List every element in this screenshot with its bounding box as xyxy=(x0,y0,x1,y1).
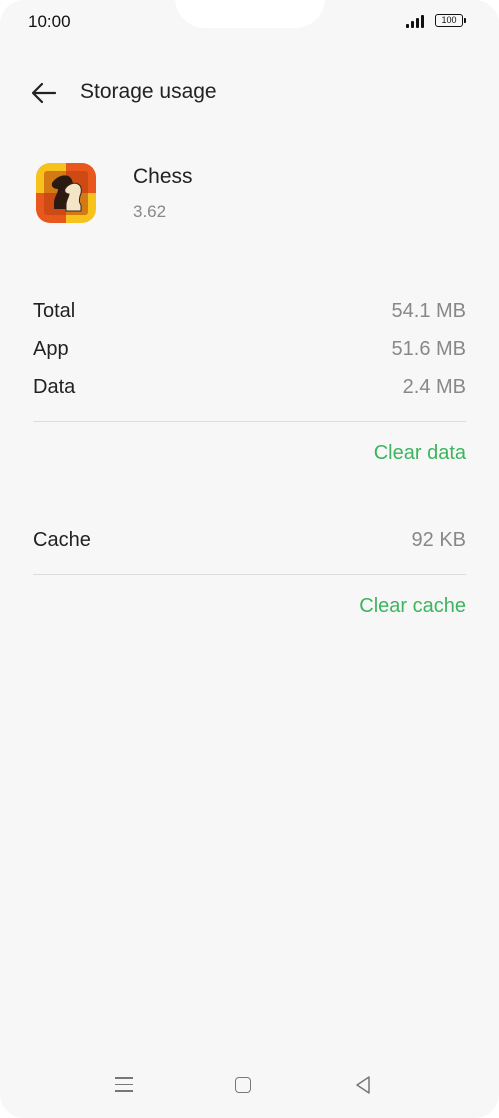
divider xyxy=(33,421,466,422)
storage-row-value: 54.1 MB xyxy=(391,300,466,322)
battery-icon: 100 xyxy=(435,14,466,27)
home-icon[interactable] xyxy=(235,1077,251,1093)
storage-row-label: Total xyxy=(33,300,76,322)
battery-level: 100 xyxy=(441,15,457,25)
storage-row-total: Total 54.1 MB xyxy=(33,300,466,323)
back-triangle-icon[interactable] xyxy=(354,1075,372,1095)
storage-row-cache: Cache 92 KB xyxy=(33,529,466,552)
menu-icon[interactable] xyxy=(115,1077,133,1093)
app-version: 3.62 xyxy=(133,202,167,221)
storage-usage-screen: 10:00 100 Storage usage Chess 3.62 Total… xyxy=(0,0,499,1118)
camera-notch xyxy=(174,0,325,28)
storage-row-value: 51.6 MB xyxy=(391,338,466,360)
status-time: 10:00 xyxy=(28,12,71,31)
cache-label: Cache xyxy=(33,529,91,551)
clear-cache-button[interactable]: Clear cache xyxy=(359,595,466,618)
back-button[interactable] xyxy=(28,76,62,110)
clear-data-button[interactable]: Clear data xyxy=(374,442,466,465)
storage-row-label: Data xyxy=(33,376,76,398)
divider xyxy=(33,574,466,575)
status-bar: 10:00 100 xyxy=(0,0,499,44)
cache-value: 92 KB xyxy=(411,529,466,551)
page-title: Storage usage xyxy=(80,80,217,103)
app-name: Chess xyxy=(133,165,193,188)
signal-icon xyxy=(406,14,424,28)
arrow-left-icon xyxy=(31,82,57,104)
storage-row-app: App 51.6 MB xyxy=(33,338,466,361)
chess-app-icon xyxy=(36,163,96,223)
storage-row-value: 2.4 MB xyxy=(402,376,466,398)
storage-row-data: Data 2.4 MB xyxy=(33,376,466,399)
navigation-bar xyxy=(0,1058,499,1118)
storage-row-label: App xyxy=(33,338,69,360)
